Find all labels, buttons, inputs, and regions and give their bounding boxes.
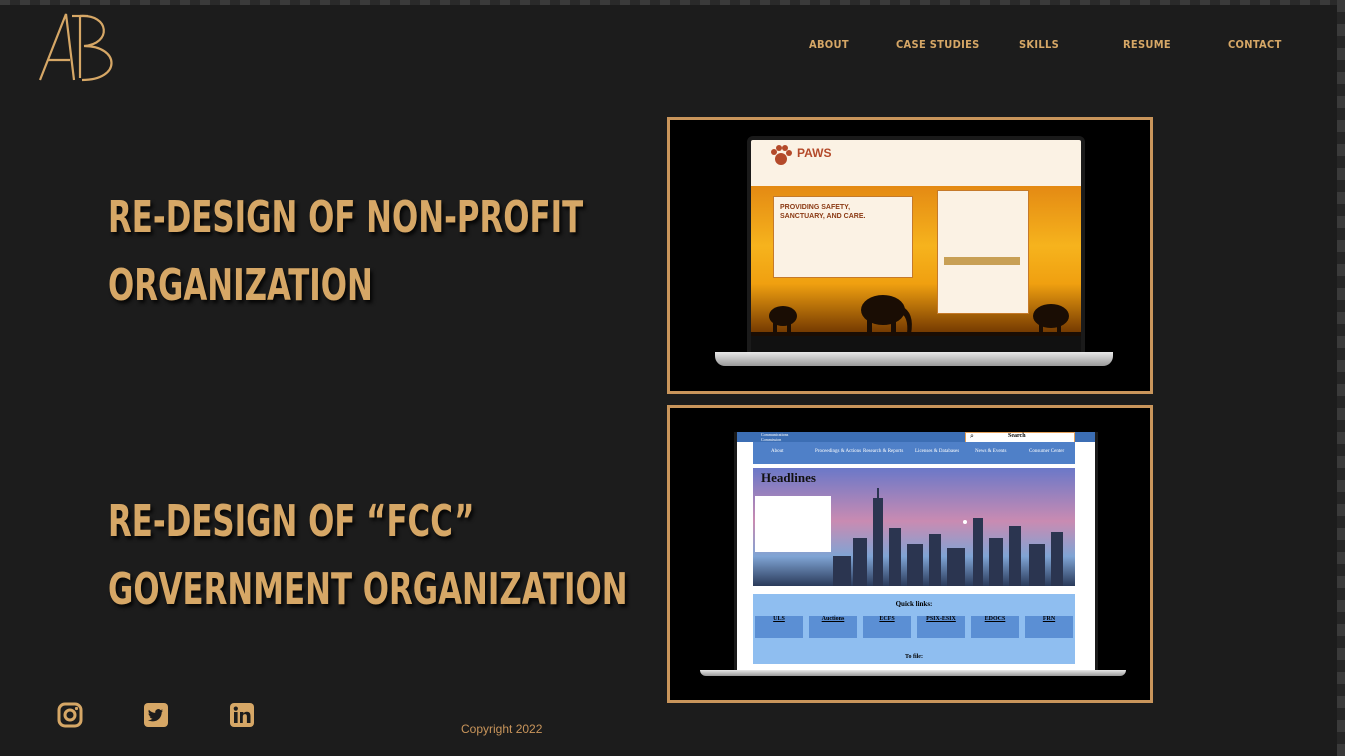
twitter-icon[interactable] — [143, 702, 169, 728]
project-title-fcc[interactable]: RE-DESIGN OF “FCC” GOVERNMENT ORGANIZATI… — [108, 488, 628, 624]
paws-brand-name: PAWS — [797, 146, 832, 160]
paws-donate-button — [944, 257, 1020, 265]
laptop-screen: PAWS PROVIDING SAFETY, SANCTUARY, AND CA… — [747, 136, 1085, 360]
right-edge-strip — [1337, 0, 1345, 756]
fcc-links-row: ULS Auctions ECFS PSIX-ESIX EDOCS FRN — [755, 616, 1073, 638]
paws-intro-card: PROVIDING SAFETY, SANCTUARY, AND CARE. — [773, 196, 913, 278]
top-edge-strip — [0, 0, 1345, 5]
paw-logo-icon — [771, 145, 792, 165]
nav-skills[interactable]: SKILLS — [1019, 38, 1059, 51]
project-title-line: ORGANIZATION — [108, 260, 373, 311]
fcc-link-edocs: EDOCS — [971, 616, 1019, 638]
fcc-link-auctions: Auctions — [809, 616, 857, 638]
fcc-nav-item: Consumer Center — [1029, 449, 1065, 454]
paws-card-title-line: SANCTUARY, AND CARE. — [780, 213, 866, 220]
fcc-headline-title: Headlines — [761, 470, 816, 485]
fcc-top-bar: Communications Commission ⌕ Search — [737, 432, 1095, 443]
paws-menu-bar — [751, 178, 1081, 186]
laptop-screen: Communications Commission ⌕ Search About… — [734, 432, 1098, 673]
fcc-quick-links-title: Quick links: — [895, 600, 933, 608]
paws-card-title-line: PROVIDING SAFETY, — [780, 204, 851, 211]
fcc-nav-bar: About Proceedings & Actions Research & R… — [753, 442, 1075, 464]
project-preview-fcc[interactable]: Communications Commission ⌕ Search About… — [667, 405, 1153, 703]
fcc-nav-item: Licenses & Databases — [915, 449, 960, 454]
city-skyline-image — [833, 488, 1063, 586]
linkedin-icon[interactable] — [229, 702, 255, 728]
main-nav: ABOUT CASE STUDIES SKILLS RESUME CONTACT — [0, 38, 1345, 58]
laptop-base — [700, 670, 1126, 676]
fcc-nav-item: Research & Reports — [863, 449, 904, 454]
fcc-nav-item: Proceedings & Actions — [815, 449, 862, 454]
elephant-silhouettes — [751, 295, 1081, 336]
fcc-link-ecfs: ECFS — [863, 616, 911, 638]
nav-about[interactable]: ABOUT — [809, 38, 849, 51]
nav-case-studies[interactable]: CASE STUDIES — [896, 38, 980, 51]
laptop-base — [715, 352, 1113, 366]
project-title-line: RE-DESIGN OF “FCC” — [108, 496, 475, 547]
paws-header: PAWS — [751, 140, 1081, 178]
project-preview-paws[interactable]: PAWS PROVIDING SAFETY, SANCTUARY, AND CA… — [667, 117, 1153, 394]
fcc-agency-name: Communications Commission — [761, 432, 788, 442]
project-title-nonprofit[interactable]: RE-DESIGN OF NON-PROFIT ORGANIZATION — [108, 184, 583, 320]
nav-contact[interactable]: CONTACT — [1228, 38, 1282, 51]
fcc-link-psix-esix: PSIX-ESIX — [917, 616, 965, 638]
fcc-quick-links: Quick links: ULS Auctions ECFS PSIX-ESIX… — [753, 594, 1075, 664]
fcc-to-file: To file: — [905, 654, 923, 660]
nav-resume[interactable]: RESUME — [1123, 38, 1171, 51]
paws-card-title: PROVIDING SAFETY, SANCTUARY, AND CARE. — [780, 203, 865, 221]
fcc-nav-item: About — [771, 449, 784, 454]
instagram-icon[interactable] — [57, 702, 83, 728]
fcc-link-uls: ULS — [755, 616, 803, 638]
fcc-news-list — [755, 496, 831, 552]
paws-hero: PROVIDING SAFETY, SANCTUARY, AND CARE. — [751, 186, 1081, 336]
fcc-nav-item: News & Events — [975, 449, 1007, 454]
project-title-line: RE-DESIGN OF NON-PROFIT — [108, 192, 584, 243]
fcc-search-icon: ⌕ — [970, 432, 974, 440]
fcc-search-label: Search — [1008, 433, 1026, 439]
fcc-link-frn: FRN — [1025, 616, 1073, 638]
project-title-line: GOVERNMENT ORGANIZATION — [108, 564, 628, 615]
copyright-text: Copyright 2022 — [461, 722, 543, 736]
fcc-headlines-panel: Headlines — [753, 468, 1075, 586]
